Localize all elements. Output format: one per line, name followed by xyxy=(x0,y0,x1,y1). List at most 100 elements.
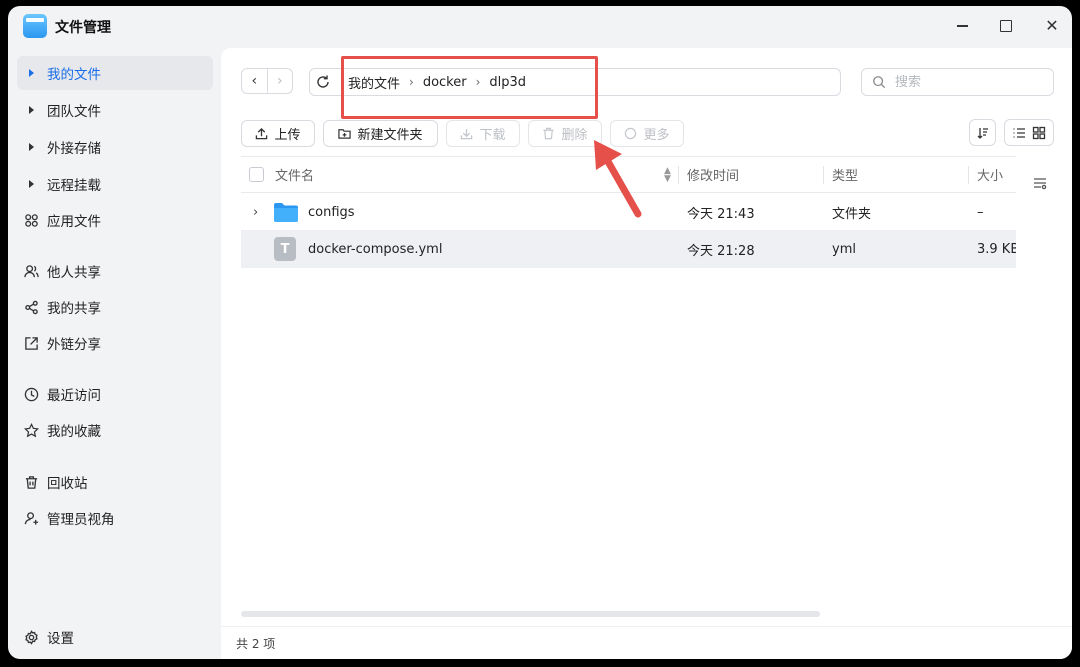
star-icon xyxy=(23,422,39,438)
sidebar-item-my-shares[interactable]: 我的共享 xyxy=(17,290,213,324)
horizontal-scrollbar[interactable] xyxy=(241,611,820,617)
caret-right-icon xyxy=(29,180,34,188)
settings-label: 设置 xyxy=(47,631,74,647)
search-input[interactable] xyxy=(895,74,1045,90)
caret-right-icon xyxy=(29,106,34,114)
file-size: 3.9 KB xyxy=(977,241,1016,257)
sidebar-item-shared-with-me[interactable]: 他人共享 xyxy=(17,254,213,288)
sidebar-item-label: 外接存储 xyxy=(47,141,101,157)
sidebar-item-my-files[interactable]: 我的文件 xyxy=(17,56,213,90)
sidebar-item-label: 我的收藏 xyxy=(47,424,101,440)
item-count: 共 2 项 xyxy=(236,637,276,651)
download-icon xyxy=(461,128,473,140)
column-header-name[interactable]: 文件名 xyxy=(275,157,314,192)
sidebar-item-label: 团队文件 xyxy=(47,104,101,120)
column-header-size[interactable]: 大小 xyxy=(977,157,1003,192)
sidebar-item-label: 我的文件 xyxy=(47,67,101,83)
apps-icon xyxy=(23,212,39,228)
view-toggle xyxy=(1004,119,1054,146)
sidebar-item-app-files[interactable]: 应用文件 xyxy=(17,203,213,237)
sidebar-item-remote-mount[interactable]: 远程挂载 xyxy=(17,167,213,201)
chevron-right-icon: › xyxy=(475,75,481,89)
minimize-button[interactable] xyxy=(952,16,972,36)
window-title: 文件管理 xyxy=(55,20,111,36)
refresh-icon[interactable] xyxy=(315,74,331,90)
sidebar-item-label: 我的共享 xyxy=(47,301,101,317)
select-all-checkbox[interactable] xyxy=(249,157,264,192)
breadcrumb: 我的文件 › docker › dlp3d xyxy=(348,69,526,95)
chevron-right-icon: › xyxy=(409,75,414,89)
new-folder-icon xyxy=(338,129,352,139)
delete-label: 删除 xyxy=(561,128,588,143)
app-icon xyxy=(23,14,47,38)
status-bar: 共 2 项 xyxy=(221,626,1072,659)
breadcrumb-item[interactable]: docker xyxy=(423,75,467,90)
file-manager-window: 文件管理 ✕ 我的文件 团队文件 外接存储 远程挂载 应用文件 他人共享 我的共… xyxy=(8,6,1072,659)
sidebar-item-team-files[interactable]: 团队文件 xyxy=(17,93,213,127)
sort-arrows-icon[interactable]: ▲ ▼ xyxy=(664,167,671,184)
file-type: 文件夹 xyxy=(832,206,872,222)
sort-icon xyxy=(977,127,988,139)
settings-button[interactable]: 设置 xyxy=(17,620,213,654)
sidebar-item-label: 最近访问 xyxy=(47,388,101,404)
sidebar-item-recycle-bin[interactable]: 回收站 xyxy=(17,465,213,499)
table-row[interactable]: T docker-compose.yml 今天 21:28 yml 3.9 KB xyxy=(241,231,1016,268)
chevron-right-icon[interactable]: › xyxy=(253,205,258,220)
folder-icon xyxy=(274,203,298,222)
file-name: docker-compose.yml xyxy=(308,241,443,257)
title-bar: 文件管理 ✕ xyxy=(8,6,1072,48)
sidebar-item-link-shares[interactable]: 外链分享 xyxy=(17,326,213,360)
grid-view-icon[interactable] xyxy=(1032,126,1046,140)
path-bar[interactable]: 我的文件 › docker › dlp3d xyxy=(309,68,841,96)
column-header-type[interactable]: 类型 xyxy=(832,157,858,192)
new-folder-button[interactable]: 新建文件夹 xyxy=(323,120,438,147)
history-nav: ‹ › xyxy=(241,68,293,94)
search-box[interactable] xyxy=(861,68,1054,96)
file-size: – xyxy=(977,204,984,220)
download-button[interactable]: 下载 xyxy=(446,120,520,147)
sort-button[interactable] xyxy=(969,119,996,146)
sidebar-item-favorites[interactable]: 我的收藏 xyxy=(17,413,213,447)
sidebar-item-label: 他人共享 xyxy=(47,265,101,281)
sidebar-item-admin-view[interactable]: 管理员视角 xyxy=(17,501,213,535)
upload-icon xyxy=(256,127,268,140)
admin-user-icon xyxy=(23,510,39,526)
file-modified: 今天 21:28 xyxy=(687,243,755,259)
list-view-icon[interactable] xyxy=(1012,126,1026,140)
back-button[interactable]: ‹ xyxy=(242,69,267,93)
clock-icon xyxy=(23,386,39,402)
users-icon xyxy=(23,263,39,279)
sidebar-item-label: 回收站 xyxy=(47,476,88,492)
upload-button[interactable]: 上传 xyxy=(241,120,315,147)
file-modified: 今天 21:43 xyxy=(687,206,755,222)
annotation-arrow-icon xyxy=(594,140,642,218)
caret-right-icon xyxy=(29,69,34,77)
column-header-modified[interactable]: 修改时间 xyxy=(687,157,739,192)
breadcrumb-item[interactable]: dlp3d xyxy=(489,75,526,90)
trash-icon xyxy=(543,127,555,140)
sidebar-item-recent[interactable]: 最近访问 xyxy=(17,377,213,411)
forward-button[interactable]: › xyxy=(266,69,293,93)
file-type: yml xyxy=(832,241,856,257)
sidebar: 我的文件 团队文件 外接存储 远程挂载 应用文件 他人共享 我的共享 外链分享 … xyxy=(8,48,220,659)
share-icon xyxy=(23,299,39,315)
file-name: configs xyxy=(308,204,355,220)
caret-right-icon xyxy=(29,143,34,151)
sidebar-item-label: 管理员视角 xyxy=(47,512,115,528)
close-button[interactable]: ✕ xyxy=(1042,16,1062,36)
maximize-button[interactable] xyxy=(996,16,1016,36)
sidebar-item-label: 远程挂载 xyxy=(47,178,101,194)
sidebar-item-label: 应用文件 xyxy=(47,214,101,230)
sidebar-item-external-storage[interactable]: 外接存储 xyxy=(17,130,213,164)
gear-icon xyxy=(23,629,39,645)
external-link-icon xyxy=(23,335,39,351)
trash-icon xyxy=(23,474,39,490)
search-icon xyxy=(873,76,886,89)
sidebar-item-label: 外链分享 xyxy=(47,337,101,353)
column-settings-icon[interactable] xyxy=(1032,175,1048,191)
breadcrumb-item[interactable]: 我的文件 xyxy=(348,73,400,92)
text-file-icon: T xyxy=(274,237,296,261)
upload-label: 上传 xyxy=(274,128,301,143)
new-folder-label: 新建文件夹 xyxy=(357,128,423,143)
download-label: 下载 xyxy=(479,128,506,143)
